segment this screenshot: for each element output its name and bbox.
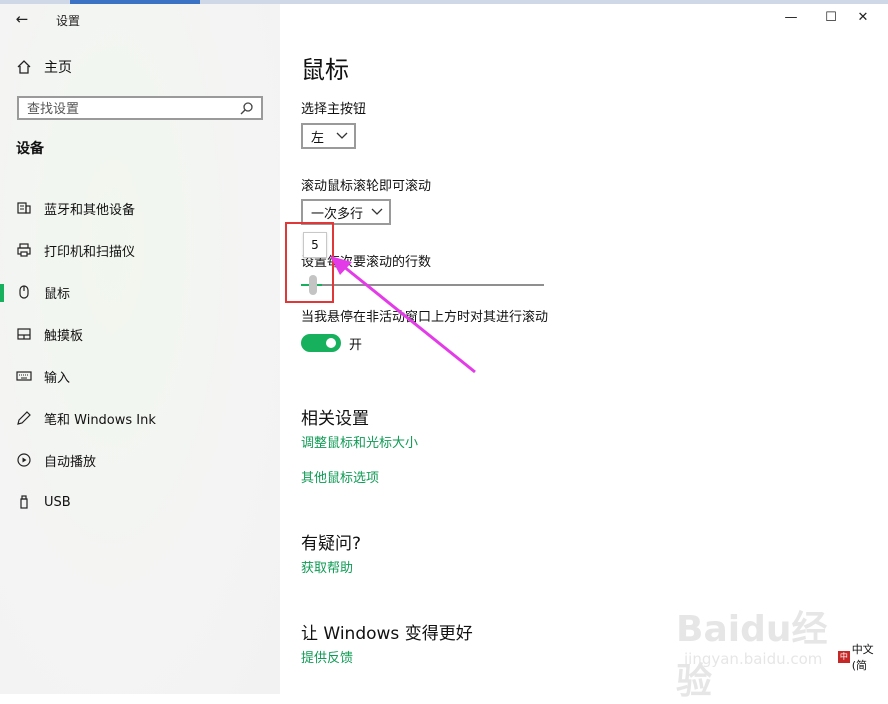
ime-indicator[interactable]: 中 中文(简 [838,643,888,672]
baidu-watermark: Baidu经验 jingyan.baidu.com [676,600,836,702]
ime-mark: 中 [838,651,850,663]
watermark-url: jingyan.baidu.com [684,650,823,668]
annotation-arrow [330,256,476,374]
ime-label: 中文(简 [851,643,874,672]
settings-window: ← 设置 — ☐ ✕ 主页 设备 蓝牙和其他设备 打印机和扫描仪 [0,0,888,702]
